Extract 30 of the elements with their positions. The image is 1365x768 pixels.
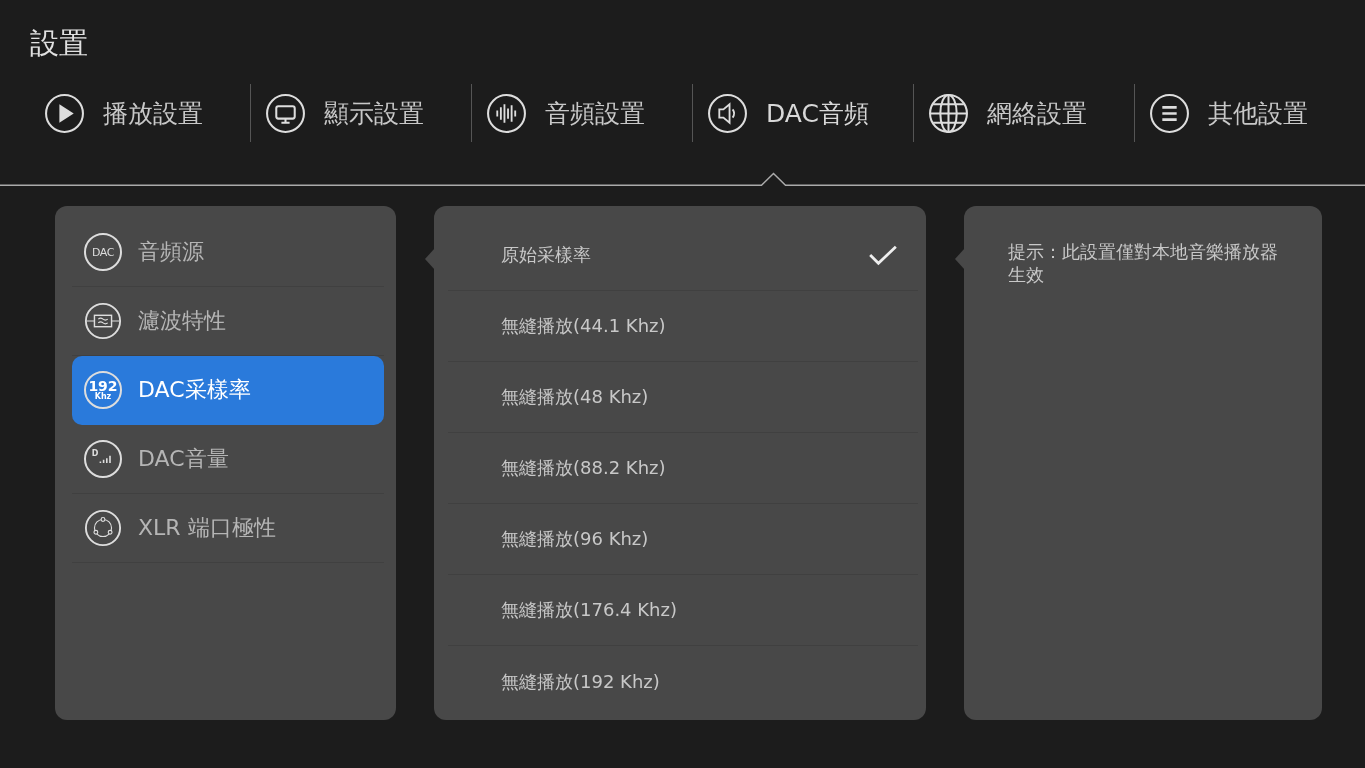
tab[interactable]: 網絡設置 (914, 84, 1134, 142)
volume-icon: D (84, 440, 122, 478)
filter-icon (84, 302, 122, 340)
dac-icon: DAC (84, 233, 122, 271)
sidebar-item[interactable]: 192 Khz DAC采樣率 (72, 356, 384, 425)
tab[interactable]: DAC音頻 (693, 84, 913, 142)
page-title: 設置 (30, 25, 89, 62)
sample-rate-icon: 192 Khz (84, 371, 122, 409)
option-item[interactable]: 原始采樣率 (448, 220, 918, 291)
tab[interactable]: 顯示設置 (251, 84, 471, 142)
xlr-icon (84, 509, 122, 547)
sidebar-item[interactable]: XLR 端口極性 (72, 494, 384, 563)
option-item[interactable]: 無縫播放(48 Khz) (448, 362, 918, 433)
waveform-icon (486, 92, 527, 134)
globe-icon (928, 92, 969, 134)
sidebar-item[interactable]: D DAC音量 (72, 425, 384, 494)
monitor-icon (265, 92, 306, 134)
play-icon (44, 92, 85, 134)
speaker-icon (707, 92, 748, 134)
menu-icon (1149, 92, 1190, 134)
option-item[interactable]: 無縫播放(176.4 Khz) (448, 575, 918, 646)
tab[interactable]: 播放設置 (30, 84, 250, 142)
tab[interactable]: 音頻設置 (472, 84, 692, 142)
option-item[interactable]: 無縫播放(44.1 Khz) (448, 291, 918, 362)
option-item[interactable]: 無縫播放(88.2 Khz) (448, 433, 918, 504)
tab[interactable]: 其他設置 (1135, 84, 1355, 142)
option-item[interactable]: 無縫播放(192 Khz) (448, 646, 918, 717)
sidebar-item[interactable]: DAC 音頻源 (72, 218, 384, 287)
option-item[interactable]: 無縫播放(96 Khz) (448, 504, 918, 575)
hint-text: 提示：此設置僅對本地音樂播放器生效 (1008, 240, 1279, 286)
